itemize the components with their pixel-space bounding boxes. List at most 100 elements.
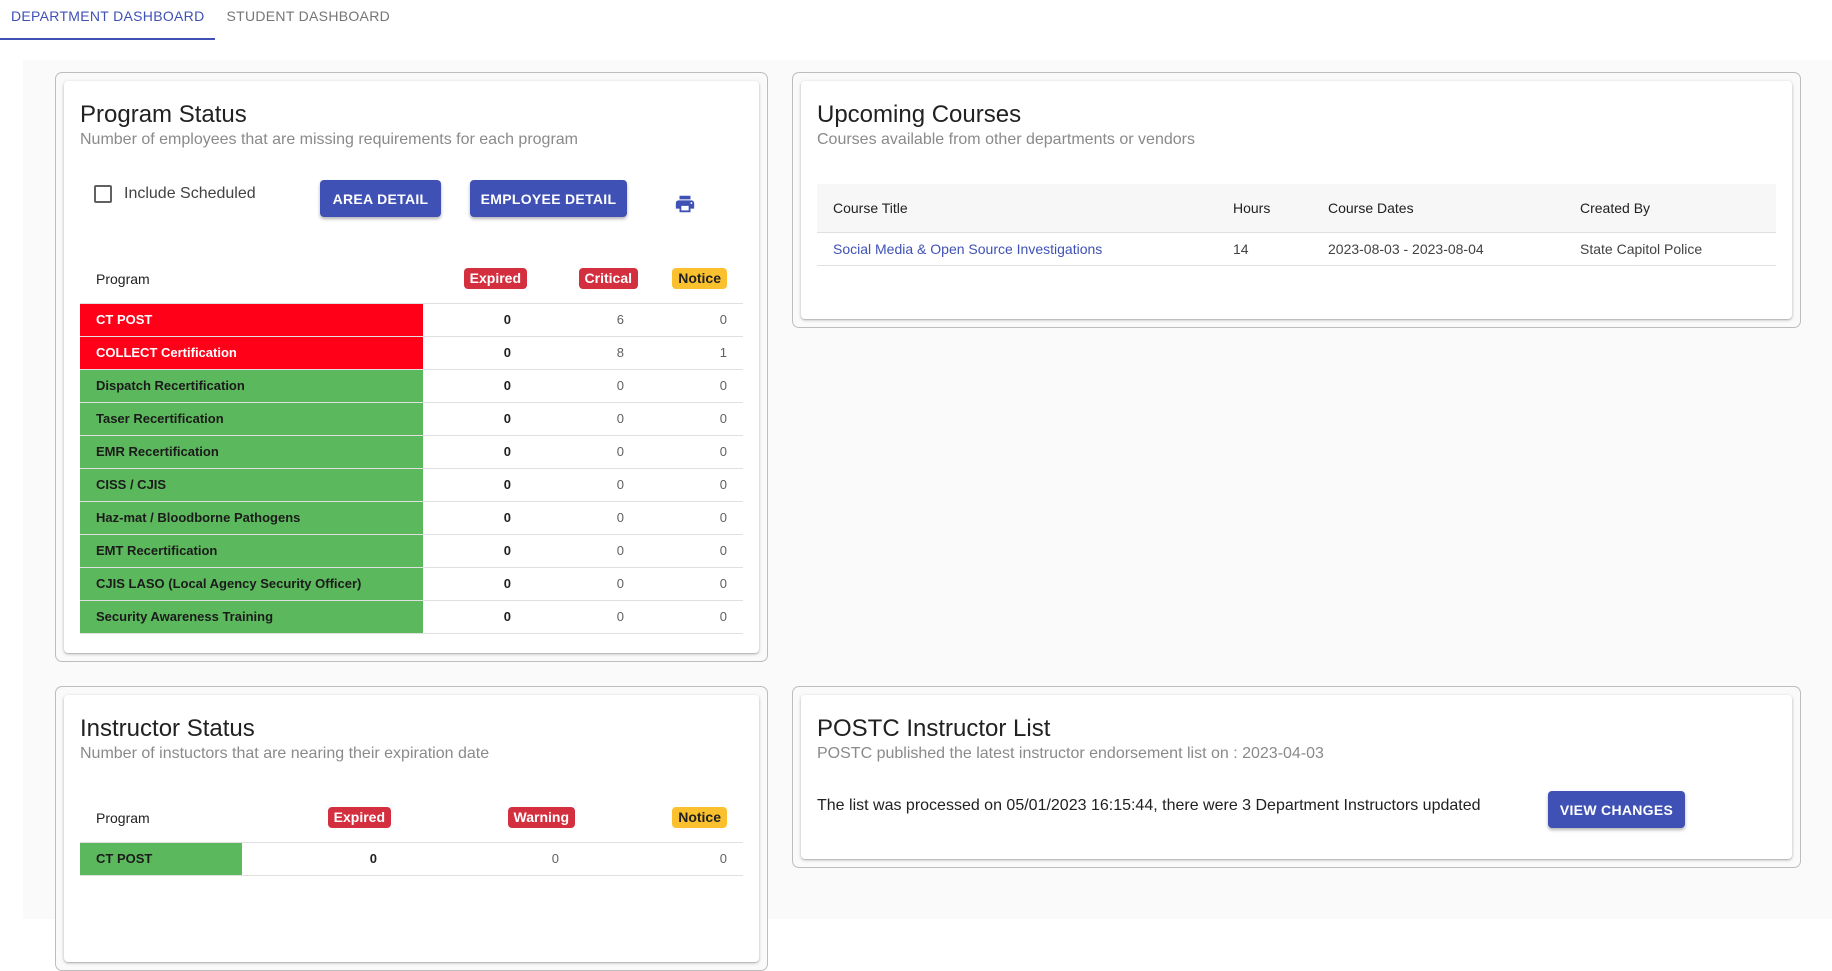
notice-count[interactable]: 0 bbox=[640, 303, 743, 337]
critical-count[interactable]: 0 bbox=[527, 567, 640, 601]
table-row: Haz-mat / Bloodborne Pathogens 0 0 0 bbox=[80, 501, 743, 535]
upcoming-courses-card: Upcoming Courses Courses available from … bbox=[801, 81, 1792, 319]
notice-count[interactable]: 1 bbox=[640, 336, 743, 370]
dashboard-tabs: DEPARTMENT DASHBOARD STUDENT DASHBOARD bbox=[0, 0, 401, 40]
column-header-hours: Hours bbox=[1217, 184, 1312, 233]
critical-count[interactable]: 0 bbox=[527, 402, 640, 436]
critical-count[interactable]: 0 bbox=[527, 369, 640, 403]
table-row: CT POST 0 6 0 bbox=[80, 303, 743, 337]
notice-count[interactable]: 0 bbox=[640, 501, 743, 535]
instructor-status-panel: Instructor Status Number of instuctors t… bbox=[55, 686, 768, 971]
critical-count[interactable]: 0 bbox=[527, 501, 640, 535]
column-header-notice-cell: Notice bbox=[640, 255, 743, 304]
critical-count[interactable]: 6 bbox=[527, 303, 640, 337]
expired-count[interactable]: 0 bbox=[423, 336, 527, 370]
postc-instructor-list-panel: POSTC Instructor List POSTC published th… bbox=[792, 686, 1801, 868]
critical-count[interactable]: 0 bbox=[527, 534, 640, 568]
program-name[interactable]: CT POST bbox=[80, 303, 423, 337]
table-row: COLLECT Certification 0 8 1 bbox=[80, 336, 743, 370]
program-name[interactable]: COLLECT Certification bbox=[80, 336, 423, 370]
expired-count[interactable]: 0 bbox=[423, 369, 527, 403]
course-dates: 2023-08-03 - 2023-08-04 bbox=[1312, 232, 1564, 266]
expired-count[interactable]: 0 bbox=[423, 303, 527, 337]
critical-count[interactable]: 0 bbox=[527, 468, 640, 502]
expired-count[interactable]: 0 bbox=[423, 534, 527, 568]
notice-count[interactable]: 0 bbox=[640, 369, 743, 403]
employee-detail-button[interactable]: EMPLOYEE DETAIL bbox=[470, 180, 627, 217]
card-subtitle: Number of instuctors that are nearing th… bbox=[80, 745, 490, 762]
notice-count[interactable]: 0 bbox=[640, 567, 743, 601]
table-header-row: Program Expired Warning Notice bbox=[80, 794, 743, 843]
critical-count[interactable]: 0 bbox=[527, 435, 640, 469]
tab-department-dashboard[interactable]: DEPARTMENT DASHBOARD bbox=[0, 0, 216, 40]
upcoming-courses-table: Course Title Hours Course Dates Created … bbox=[817, 184, 1776, 266]
program-status-card: Program Status Number of employees that … bbox=[64, 81, 759, 653]
column-header-course-title: Course Title bbox=[817, 184, 1217, 233]
notice-count[interactable]: 0 bbox=[640, 600, 743, 634]
expired-count[interactable]: 0 bbox=[423, 567, 527, 601]
view-changes-button[interactable]: VIEW CHANGES bbox=[1548, 791, 1685, 828]
expired-count[interactable]: 0 bbox=[242, 842, 393, 876]
program-name[interactable]: EMT Recertification bbox=[80, 534, 423, 568]
critical-count[interactable]: 8 bbox=[527, 336, 640, 370]
course-title-cell: Social Media & Open Source Investigation… bbox=[817, 232, 1217, 266]
card-title: Program Status bbox=[80, 101, 247, 128]
expired-badge: Expired bbox=[463, 268, 527, 290]
notice-count[interactable]: 0 bbox=[575, 842, 743, 876]
table-row: EMT Recertification 0 0 0 bbox=[80, 534, 743, 568]
expired-count[interactable]: 0 bbox=[423, 402, 527, 436]
notice-count[interactable]: 0 bbox=[640, 402, 743, 436]
table-row: CISS / CJIS 0 0 0 bbox=[80, 468, 743, 502]
program-name[interactable]: Haz-mat / Bloodborne Pathogens bbox=[80, 501, 423, 535]
column-header-program: Program bbox=[80, 794, 242, 843]
warning-count[interactable]: 0 bbox=[393, 842, 575, 876]
column-header-notice-cell: Notice bbox=[575, 794, 743, 843]
expired-count[interactable]: 0 bbox=[423, 600, 527, 634]
expired-count[interactable]: 0 bbox=[423, 435, 527, 469]
program-name[interactable]: CISS / CJIS bbox=[80, 468, 423, 502]
table-row: Dispatch Recertification 0 0 0 bbox=[80, 369, 743, 403]
notice-count[interactable]: 0 bbox=[640, 435, 743, 469]
dashboard-content: Program Status Number of employees that … bbox=[23, 60, 1832, 971]
warning-badge: Warning bbox=[507, 807, 575, 829]
table-header-row: Course Title Hours Course Dates Created … bbox=[817, 184, 1776, 233]
area-detail-button[interactable]: AREA DETAIL bbox=[320, 180, 441, 217]
instructor-status-rows: CT POST 0 0 0 bbox=[80, 842, 743, 876]
include-scheduled-checkbox[interactable]: Include Scheduled bbox=[94, 185, 256, 203]
table-row: Social Media & Open Source Investigation… bbox=[817, 232, 1776, 266]
card-title: POSTC Instructor List bbox=[817, 715, 1051, 742]
program-name[interactable]: Taser Recertification bbox=[80, 402, 423, 436]
notice-count[interactable]: 0 bbox=[640, 468, 743, 502]
print-icon[interactable] bbox=[674, 193, 696, 215]
program-status-rows: CT POST 0 6 0 COLLECT Certification 0 8 1 Dispat… bbox=[80, 303, 743, 634]
expired-count[interactable]: 0 bbox=[423, 468, 527, 502]
table-row: Security Awareness Training 0 0 0 bbox=[80, 600, 743, 634]
table-row: EMR Recertification 0 0 0 bbox=[80, 435, 743, 469]
card-subtitle: Number of employees that are missing req… bbox=[80, 131, 578, 148]
expired-count[interactable]: 0 bbox=[423, 501, 527, 535]
checkbox-box[interactable] bbox=[94, 185, 112, 203]
postc-instructor-list-card: POSTC Instructor List POSTC published th… bbox=[801, 695, 1792, 859]
program-status-table: Program Expired Critical Notice CT POST 0… bbox=[80, 255, 743, 634]
notice-badge: Notice bbox=[672, 807, 727, 829]
program-name[interactable]: Dispatch Recertification bbox=[80, 369, 423, 403]
checkbox-label: Include Scheduled bbox=[124, 185, 256, 202]
program-name[interactable]: CT POST bbox=[80, 842, 242, 876]
column-header-expired-cell: Expired bbox=[423, 255, 527, 304]
tab-student-dashboard[interactable]: STUDENT DASHBOARD bbox=[215, 0, 401, 40]
column-header-warning-cell: Warning bbox=[393, 794, 575, 843]
course-created-by: State Capitol Police bbox=[1564, 232, 1776, 266]
program-name[interactable]: EMR Recertification bbox=[80, 435, 423, 469]
card-title: Instructor Status bbox=[80, 715, 255, 742]
column-header-course-dates: Course Dates bbox=[1312, 184, 1564, 233]
critical-count[interactable]: 0 bbox=[527, 600, 640, 634]
instructor-status-table: Program Expired Warning Notice CT POST 0 0… bbox=[80, 794, 743, 876]
program-name[interactable]: Security Awareness Training bbox=[80, 600, 423, 634]
notice-count[interactable]: 0 bbox=[640, 534, 743, 568]
program-name[interactable]: CJIS LASO (Local Agency Security Officer… bbox=[80, 567, 423, 601]
table-header-row: Program Expired Critical Notice bbox=[80, 255, 743, 304]
course-title-link[interactable]: Social Media & Open Source Investigation… bbox=[833, 241, 1102, 257]
column-header-critical-cell: Critical bbox=[527, 255, 640, 304]
table-row: CJIS LASO (Local Agency Security Officer… bbox=[80, 567, 743, 601]
column-header-created-by: Created By bbox=[1564, 184, 1776, 233]
